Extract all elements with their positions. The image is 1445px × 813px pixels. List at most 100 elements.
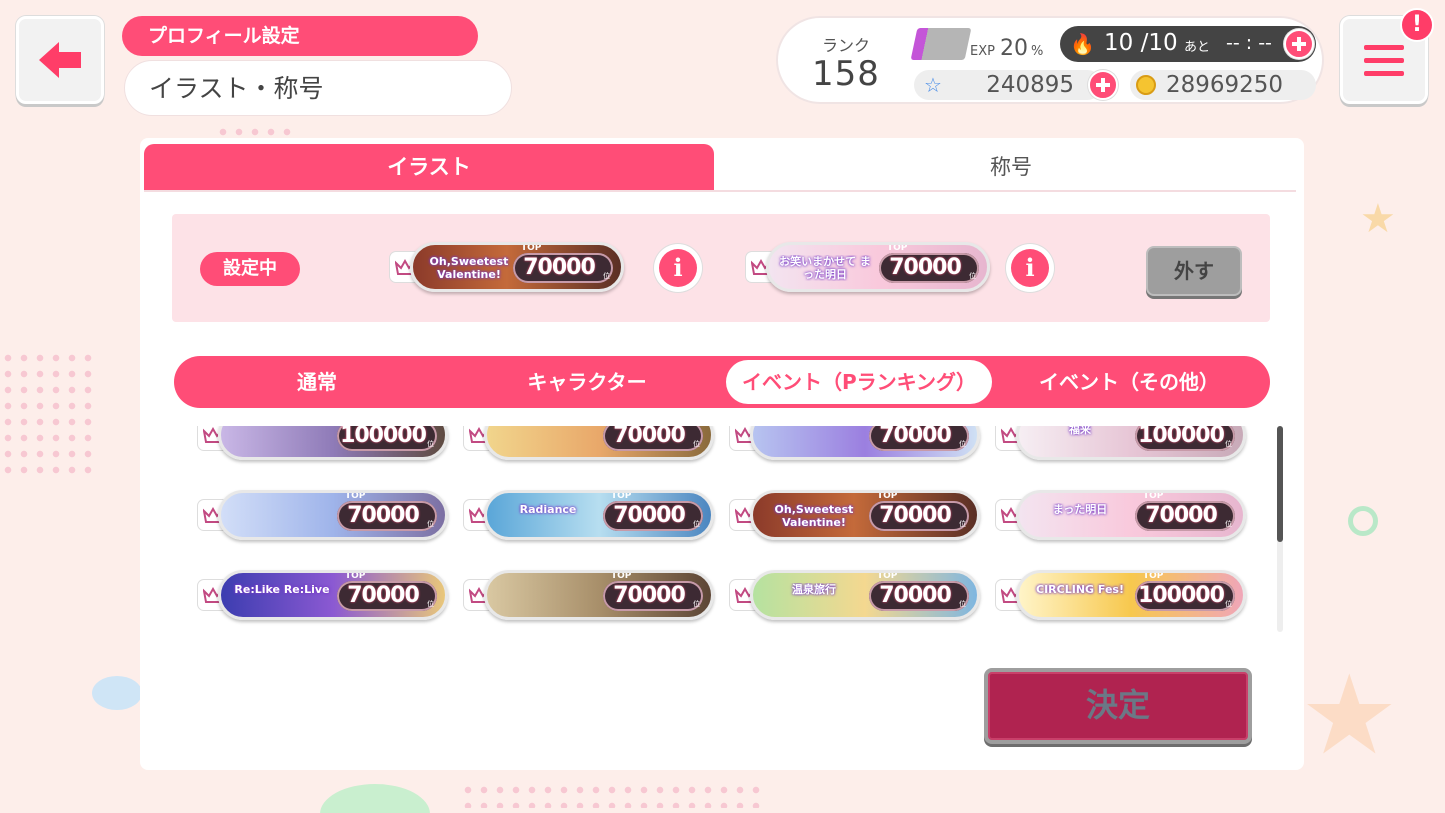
rank-pill: TOP 70000 位 [337,493,437,531]
stamina-until-label: あと [1184,40,1211,55]
rank-unit: 位 [427,600,434,608]
title-plate: TOP 70000 位 [218,490,448,540]
title-art-text: Radiance [519,503,577,516]
current-title-1[interactable]: Oh,Sweetest Valentine! TOP 70000 位 [390,240,640,294]
current-title-2[interactable]: お笑いまかせて まった明日 TOP 70000 位 [746,240,996,294]
star-gem-icon: ☆ [924,73,942,97]
top-label: TOP [345,491,366,501]
title-grid-item[interactable]: TOP 70000 位 [198,488,448,542]
category-tab-event-ranking[interactable]: イベント（Pランキング） [726,360,992,404]
title-plate: Oh,Sweetest Valentine! TOP 70000 位 [410,242,624,292]
rank-pill: TOP 70000 位 [603,493,703,531]
title-art-text [759,426,869,449]
title-list[interactable]: 100000 位 70000 位 70000 位福来 100000 位 TOP 70000 位 Rad… [180,426,1260,632]
title-grid-item[interactable]: Radiance TOP 70000 位 [464,488,714,542]
rank-unit: 位 [693,600,700,608]
top-label: TOP [521,243,542,253]
rank-unit: 位 [1225,440,1232,448]
gem-plus-button[interactable] [1088,70,1118,100]
current-badge: 設定中 [200,252,300,286]
category-tab-normal[interactable]: 通常 [182,360,452,404]
top-label: TOP [887,243,908,253]
rank-value: 158 [812,54,880,94]
bg-dots-bottom [460,782,760,808]
rank-number: 100000 [1138,426,1225,448]
rank-number: 70000 [347,503,420,528]
info-button-1[interactable]: i [654,244,702,292]
title-plate: まった明日 TOP 70000 位 [1016,490,1246,540]
title-grid-item[interactable]: 70000 位 [730,426,980,462]
rank-unit: 位 [969,272,976,280]
rank-number: 100000 [340,426,427,448]
top-label: TOP [877,571,898,581]
title-plate: Re:Like Re:Live TOP 70000 位 [218,570,448,620]
title-art-text: Oh,Sweetest Valentine! [774,503,854,529]
title-grid-item[interactable]: 温泉旅行 TOP 70000 位 [730,568,980,622]
category-tab-character[interactable]: キャラクター [452,360,722,404]
rank-number: 70000 [347,583,420,608]
title-plate: Radiance TOP 70000 位 [484,490,714,540]
title-grid-item[interactable]: TOP 70000 位 [464,568,714,622]
title-plate: 70000 位 [750,426,980,460]
title-grid-item[interactable]: 70000 位 [464,426,714,462]
rank-pill: TOP 70000 位 [879,245,979,283]
title-plate: Oh,Sweetest Valentine! TOP 70000 位 [750,490,980,540]
title-art-text: Re:Like Re:Live [234,583,330,596]
title-plate: お笑いまかせて まった明日 TOP 70000 位 [766,242,990,292]
exp-progress-bar [910,28,972,60]
title-grid-item[interactable]: CIRCLING Fes! TOP 100000 位 [996,568,1246,622]
title-art-text [227,503,337,529]
info-button-2[interactable]: i [1006,244,1054,292]
title-grid-item[interactable]: まった明日 TOP 70000 位 [996,488,1246,542]
title-art-text: 福来 [1069,426,1091,436]
scrollbar-thumb[interactable] [1277,426,1283,542]
top-label: TOP [611,491,632,501]
title-plate: 福来 100000 位 [1016,426,1246,460]
tab-divider [144,190,1296,192]
title-grid-item[interactable]: 100000 位 [198,426,448,462]
title-art-text: まった明日 [1052,503,1108,516]
coin-balance: 28969250 [1130,70,1316,100]
title-art-text [493,426,603,449]
rank-pill: TOP 70000 位 [337,573,437,611]
title-art-text: CIRCLING Fes! [1036,583,1124,596]
title-art-text [227,426,337,449]
rank-pill: TOP 70000 位 [869,573,969,611]
plus-icon [1292,37,1306,51]
stamina-plus-button[interactable] [1284,29,1314,59]
title-plate: TOP 70000 位 [484,570,714,620]
title-plate: CIRCLING Fes! TOP 100000 位 [1016,570,1246,620]
stamina-value: 10 /10 [1104,30,1178,56]
coin-icon [1136,75,1156,95]
notification-badge: ! [1400,8,1434,42]
title-grid-item[interactable]: 福来 100000 位 [996,426,1246,462]
title-grid-item[interactable]: Re:Like Re:Live TOP 70000 位 [198,568,448,622]
tab-illustration[interactable]: イラスト [144,144,714,190]
bg-dots-top [215,124,295,138]
back-arrow-icon [39,42,81,78]
bg-blob-bottom [320,784,430,813]
remove-button[interactable]: 外す [1146,246,1242,296]
rank-number: 100000 [1138,583,1225,608]
tab-title[interactable]: 称号 [726,144,1296,190]
rank-unit: 位 [1225,520,1232,528]
plus-icon [1096,78,1110,92]
title-art-text: お笑いまかせて まった明日 [779,255,871,281]
title-art-text: Oh,Sweetest Valentine! [429,255,509,281]
back-button[interactable] [16,16,104,104]
rank-pill: TOP 100000 位 [1135,573,1235,611]
title-grid-item[interactable]: Oh,Sweetest Valentine! TOP 70000 位 [730,488,980,542]
rank-label: ランク [822,36,871,55]
rank-number: 70000 [1145,503,1218,528]
rank-unit: 位 [959,600,966,608]
confirm-button[interactable]: 決定 [984,668,1252,744]
section-label: プロフィール設定 [122,16,478,56]
category-tab-event-other[interactable]: イベント（その他） [996,360,1262,404]
rank-pill: TOP 70000 位 [603,573,703,611]
current-selection: 設定中 Oh,Sweetest Valentine! TOP 70000 位 i [172,214,1270,322]
rank-number: 70000 [613,503,686,528]
bg-circle-ring [1348,506,1378,536]
stamina-display: 🔥 10 /10 あと -- : -- [1060,26,1316,62]
coin-value: 28969250 [1166,72,1284,98]
bg-star-bottom-right: ★ [1300,651,1399,779]
